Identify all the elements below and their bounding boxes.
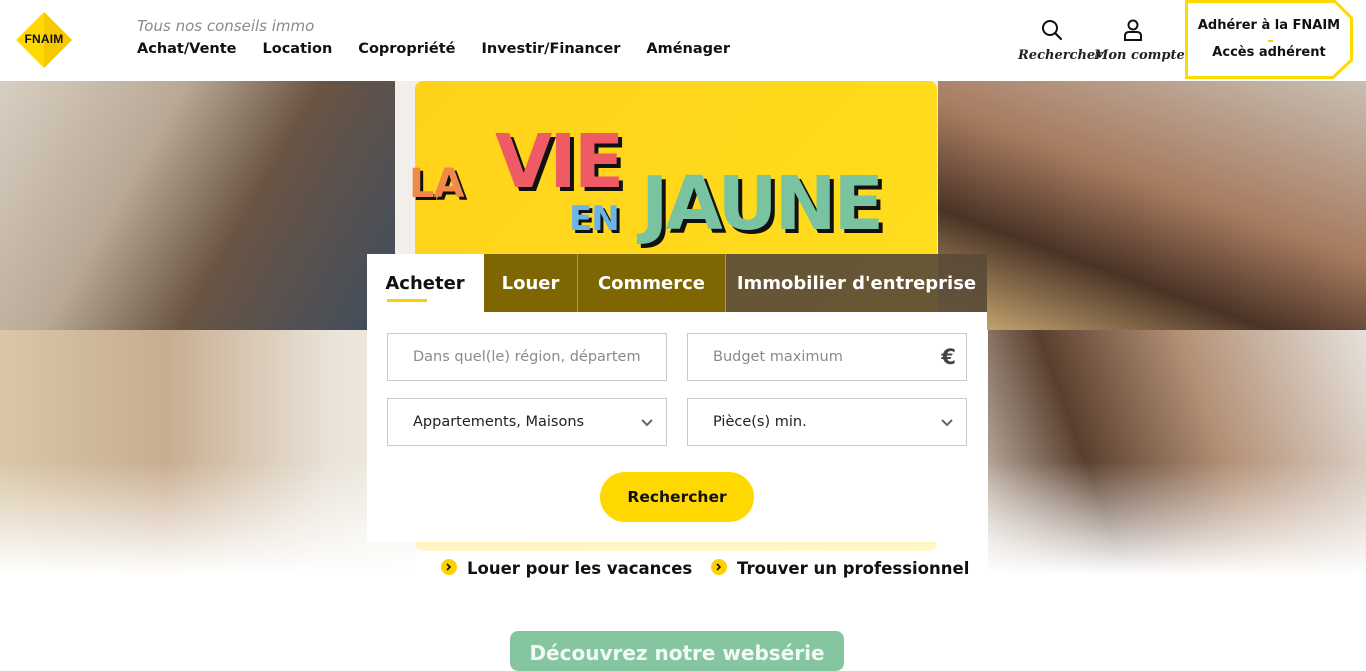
header-search-button[interactable]: Rechercher bbox=[1018, 18, 1103, 63]
headline-vie: VIE bbox=[495, 119, 624, 205]
nav-amenager[interactable]: Aménager bbox=[646, 41, 730, 57]
search-tabs: Acheter Louer Commerce Immobilier d'entr… bbox=[367, 254, 987, 312]
rooms-placeholder: Pièce(s) min. bbox=[713, 414, 807, 430]
find-professional-label: Trouver un professionnel bbox=[737, 559, 970, 578]
member-join-link[interactable]: Adhérer à la FNAIM bbox=[1185, 18, 1353, 33]
property-type-value: Appartements, Maisons bbox=[413, 414, 585, 430]
member-box: Adhérer à la FNAIM Accès adhérent bbox=[1185, 0, 1353, 79]
nav-location[interactable]: Location bbox=[263, 41, 333, 57]
search-submit-button[interactable]: Rechercher bbox=[600, 472, 754, 522]
chevron-down-icon bbox=[941, 419, 953, 427]
search-icon bbox=[1042, 20, 1063, 41]
find-professional-link[interactable]: Trouver un professionnel bbox=[711, 558, 970, 578]
nav-achat-vente[interactable]: Achat/Vente bbox=[137, 41, 237, 57]
rooms-select[interactable]: Pièce(s) min. bbox=[687, 398, 967, 446]
fnaim-logo[interactable]: FNAIM bbox=[6, 12, 82, 68]
hero-photo-woman-top-right bbox=[938, 81, 1366, 330]
site-header: FNAIM Tous nos conseils immo Achat/Vente… bbox=[0, 0, 1366, 81]
logo-text: FNAIM bbox=[24, 32, 64, 46]
tagline[interactable]: Tous nos conseils immo bbox=[137, 17, 314, 35]
tab-louer[interactable]: Louer bbox=[484, 254, 578, 312]
vacation-rental-link[interactable]: Louer pour les vacances bbox=[441, 558, 693, 578]
location-placeholder: Dans quel(le) région, département, ville… bbox=[413, 349, 641, 365]
nav-copropriete[interactable]: Copropriété bbox=[358, 41, 455, 57]
webseries-label: Découvrez notre websérie bbox=[529, 641, 825, 665]
header-search-label: Rechercher bbox=[1018, 48, 1103, 63]
property-type-select[interactable]: Appartements, Maisons bbox=[387, 398, 667, 446]
member-divider bbox=[1268, 40, 1273, 42]
chevron-right-icon bbox=[711, 558, 727, 575]
vacation-rental-label: Louer pour les vacances bbox=[467, 559, 693, 578]
chevron-right-icon bbox=[441, 558, 457, 575]
member-access-link[interactable]: Accès adhérent bbox=[1185, 45, 1353, 60]
tab-commerce[interactable]: Commerce bbox=[578, 254, 726, 312]
tab-acheter[interactable]: Acheter bbox=[367, 254, 484, 312]
webseries-button[interactable]: Découvrez notre websérie bbox=[510, 631, 844, 671]
headline-en: EN bbox=[569, 199, 620, 239]
budget-input[interactable]: Budget maximum € bbox=[687, 333, 967, 381]
nav-investir-financer[interactable]: Investir/Financer bbox=[482, 41, 621, 57]
header-account-button[interactable]: Mon compte bbox=[1094, 18, 1185, 63]
headline-la: LA bbox=[409, 161, 464, 207]
headline-jaune: JAUNE bbox=[641, 161, 884, 247]
search-panel: Dans quel(le) région, département, ville… bbox=[367, 312, 987, 542]
euro-icon: € bbox=[941, 345, 956, 369]
user-icon bbox=[1124, 19, 1142, 41]
budget-placeholder: Budget maximum bbox=[713, 349, 843, 365]
location-input[interactable]: Dans quel(le) région, département, ville… bbox=[387, 333, 667, 381]
tab-immobilier-entreprise[interactable]: Immobilier d'entreprise bbox=[726, 254, 987, 312]
chevron-down-icon bbox=[641, 419, 653, 427]
hero-headline: LA VIE EN JAUNE bbox=[405, 119, 965, 263]
main-nav: Achat/Vente Location Copropriété Investi… bbox=[137, 41, 756, 57]
hero-photo-man bbox=[0, 81, 395, 330]
header-account-label: Mon compte bbox=[1094, 48, 1185, 63]
